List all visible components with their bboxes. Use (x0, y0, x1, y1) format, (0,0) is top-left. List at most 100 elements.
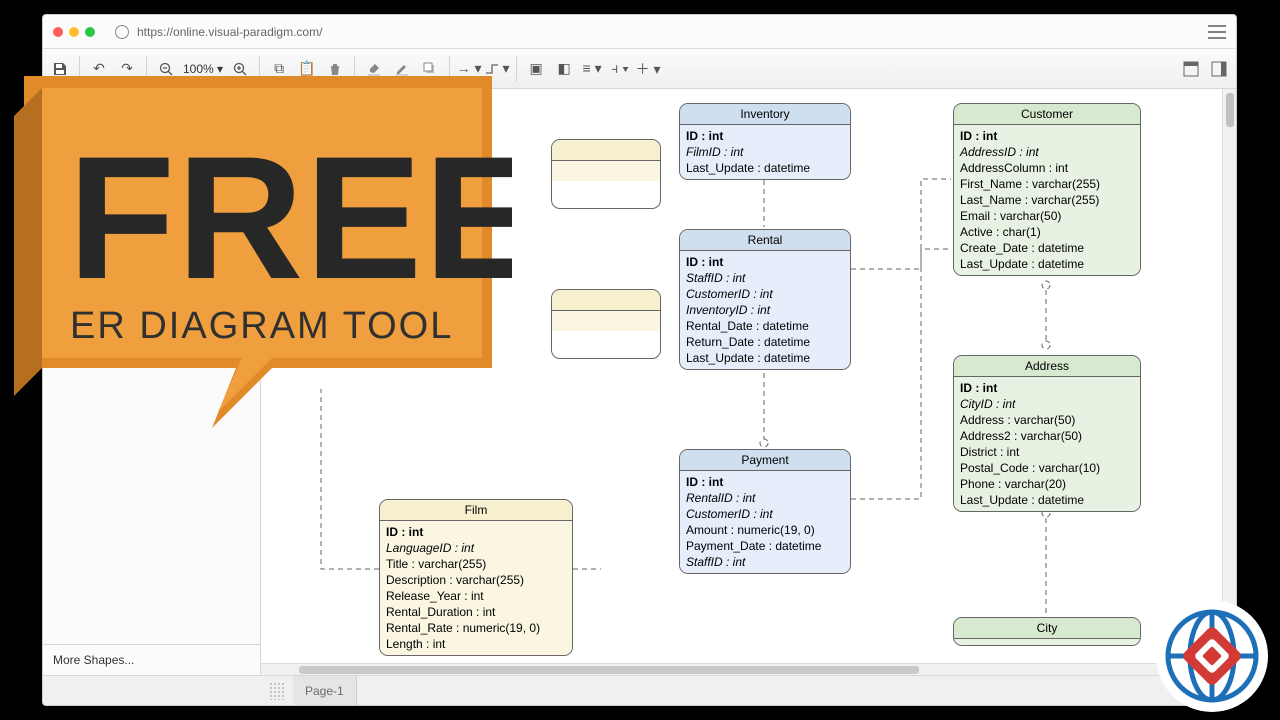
shape-search-input[interactable]: Se (49, 95, 254, 119)
waypoint-style-button[interactable]: ▾ (484, 56, 510, 82)
entity-field: Last_Update : datetime (686, 160, 844, 176)
paste-button[interactable]: 📋 (294, 56, 320, 82)
line-color-button[interactable] (389, 56, 415, 82)
entity-field: ID : int (960, 380, 1134, 396)
shadow-button[interactable] (417, 56, 443, 82)
entity-field: Last_Name : varchar(255) (960, 192, 1134, 208)
entity-field: ID : int (960, 128, 1134, 144)
entity-field: ID : int (686, 128, 844, 144)
shape-item[interactable] (43, 150, 260, 172)
more-shapes-button[interactable]: More Shapes... (43, 644, 260, 675)
entity-rows: ID : intLanguageID : intTitle : varchar(… (380, 521, 572, 655)
align-button[interactable]: ≡ ▾ (579, 56, 605, 82)
zoom-in-button[interactable] (227, 56, 253, 82)
entity-field: Active : char(1) (960, 224, 1134, 240)
entity-field: Title : varchar(255) (386, 556, 566, 572)
entity-field: Address2 : varchar(50) (960, 428, 1134, 444)
entity-field: Length : int (386, 636, 566, 652)
window-controls[interactable] (53, 27, 95, 37)
entity-field: Payment_Date : datetime (686, 538, 844, 554)
entity-rental[interactable]: Rental ID : intStaffID : intCustomerID : … (679, 229, 851, 370)
entity-partial[interactable] (551, 289, 661, 359)
entity-title: Film (380, 500, 572, 521)
entity-rows: ID : intFilmID : intLast_Update : dateti… (680, 125, 850, 179)
entity-rows (954, 639, 1140, 645)
redo-button[interactable]: ↷ (114, 56, 140, 82)
fill-color-button[interactable] (361, 56, 387, 82)
entity-field: Amount : numeric(19, 0) (686, 522, 844, 538)
save-button[interactable] (47, 56, 73, 82)
entity-field: Rental_Rate : numeric(19, 0) (386, 620, 566, 636)
distribute-button[interactable]: ⫞ ▾ (607, 56, 633, 82)
entity-field: ID : int (686, 254, 844, 270)
tab-drag-handle-icon[interactable] (269, 682, 285, 700)
entity-title: Inventory (680, 104, 850, 125)
copy-button[interactable]: ⧉ (266, 56, 292, 82)
url-text[interactable]: https://online.visual-paradigm.com/ (137, 25, 322, 39)
vertical-scrollbar[interactable] (1222, 89, 1236, 675)
browser-titlebar: https://online.visual-paradigm.com/ (43, 15, 1236, 49)
entity-field: District : int (960, 444, 1134, 460)
entity-customer[interactable]: CustomerID : intAddressID : intAddressCo… (953, 103, 1141, 276)
entity-field: RentalID : int (686, 490, 844, 506)
delete-button[interactable] (322, 56, 348, 82)
browser-menu-icon[interactable] (1208, 25, 1226, 39)
shape-item[interactable] (43, 172, 260, 194)
entity-field: Last_Update : datetime (686, 350, 844, 366)
entity-field: AddressID : int (960, 144, 1134, 160)
zoom-out-button[interactable] (153, 56, 179, 82)
entity-field: Rental_Date : datetime (686, 318, 844, 334)
entity-field: ID : int (686, 474, 844, 490)
horizontal-scrollbar[interactable] (261, 663, 1222, 675)
entity-rows: ID : intCityID : intAddress : varchar(50… (954, 377, 1140, 511)
entity-field: Last_Update : datetime (960, 492, 1134, 508)
entity-field: Description : varchar(255) (386, 572, 566, 588)
entity-field: First_Name : varchar(255) (960, 176, 1134, 192)
entity-field: LanguageID : int (386, 540, 566, 556)
entity-field: Create_Date : datetime (960, 240, 1134, 256)
entity-field: AddressColumn : int (960, 160, 1134, 176)
connection-style-button[interactable]: → ▾ (456, 56, 482, 82)
entity-title: Rental (680, 230, 850, 251)
entity-field: StaffID : int (686, 554, 844, 570)
entity-partial[interactable] (551, 139, 661, 209)
entity-title: Customer (954, 104, 1140, 125)
entity-address[interactable]: AddressID : intCityID : intAddress : var… (953, 355, 1141, 512)
shapes-sidebar: Se En More Shapes... (43, 89, 261, 675)
diagram-canvas[interactable]: InventoryID : intFilmID : intLast_Update… (261, 89, 1236, 675)
entity-field: CustomerID : int (686, 506, 844, 522)
entity-field: Phone : varchar(20) (960, 476, 1134, 492)
page-tab-bar: Page-1 (43, 675, 1236, 705)
entity-rows: ID : intAddressID : intAddressColumn : i… (954, 125, 1140, 275)
entity-inventory[interactable]: InventoryID : intFilmID : intLast_Update… (679, 103, 851, 180)
page-tab-1[interactable]: Page-1 (293, 676, 357, 705)
page-info-icon[interactable] (115, 25, 129, 39)
entity-field: Address : varchar(50) (960, 412, 1134, 428)
entity-field: Rental_Duration : int (386, 604, 566, 620)
outline-toggle-button[interactable] (1178, 56, 1204, 82)
to-front-button[interactable]: ▣ (523, 56, 549, 82)
add-button[interactable]: ＋ ▾ (635, 56, 661, 82)
entity-title: City (954, 618, 1140, 639)
brand-logo-icon (1152, 596, 1272, 716)
undo-button[interactable]: ↶ (86, 56, 112, 82)
entity-field: CityID : int (960, 396, 1134, 412)
entity-city[interactable]: City (953, 617, 1141, 646)
format-panel-toggle-button[interactable] (1206, 56, 1232, 82)
entity-field: Last_Update : datetime (960, 256, 1134, 272)
sidebar-section-entity[interactable]: En (43, 123, 260, 150)
entity-field: CustomerID : int (686, 286, 844, 302)
entity-field: Return_Date : datetime (686, 334, 844, 350)
entity-payment[interactable]: PaymentID : intRentalID : intCustomerID … (679, 449, 851, 574)
zoom-level[interactable]: 100% ▾ (181, 62, 225, 76)
entity-field: ID : int (386, 524, 566, 540)
entity-field: Release_Year : int (386, 588, 566, 604)
entity-film[interactable]: FilmID : intLanguageID : intTitle : varc… (379, 499, 573, 656)
app-toolbar: ↶ ↷ 100% ▾ ⧉ 📋 → ▾ ▾ ▣ ◧ ≡ ▾ ⫞ ▾ ＋ ▾ (43, 49, 1236, 89)
entity-field: Email : varchar(50) (960, 208, 1134, 224)
entity-field: InventoryID : int (686, 302, 844, 318)
entity-field: StaffID : int (686, 270, 844, 286)
entity-field: FilmID : int (686, 144, 844, 160)
entity-field: Postal_Code : varchar(10) (960, 460, 1134, 476)
to-back-button[interactable]: ◧ (551, 56, 577, 82)
